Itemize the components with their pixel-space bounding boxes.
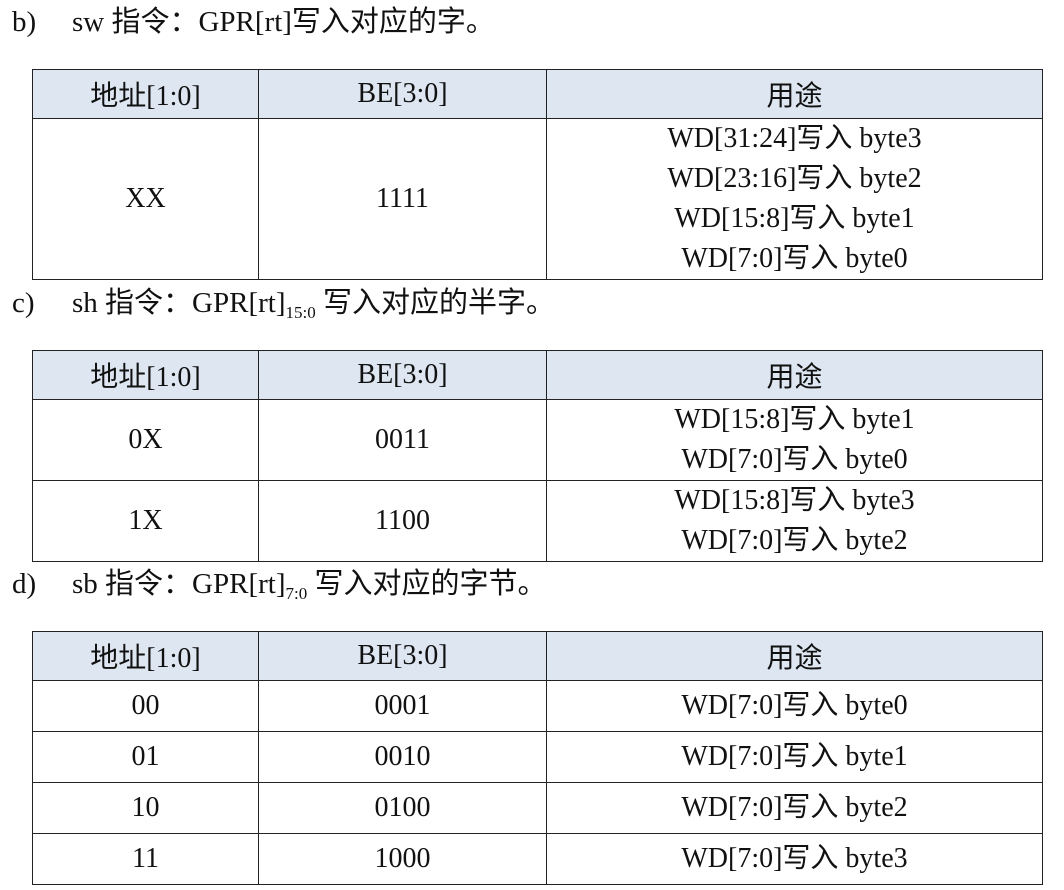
section-label: d) — [12, 568, 37, 600]
be-cell: 0010 — [258, 731, 547, 783]
section-text: sw 指令：GPR[rt]写入对应的字。 — [72, 6, 495, 38]
section-heading-sb: d) sb 指令：GPR[rt]7:0 写入对应的字节。 — [12, 566, 546, 602]
purpose-cell: WD[31:24]写入 byte3 WD[23:16]写入 byte2 WD[1… — [546, 118, 1043, 280]
table-header-row: 地址[1:0] BE[3:0] 用途 — [32, 631, 1043, 681]
purpose-cell: WD[7:0]写入 byte0 — [546, 680, 1043, 732]
purpose-line: WD[7:0]写入 byte0 — [681, 243, 908, 274]
section-label: c) — [12, 287, 35, 319]
header-purpose: 用途 — [546, 631, 1043, 681]
address-cell: 1X — [32, 480, 259, 562]
sb-byte-enable-table: 地址[1:0] BE[3:0] 用途 00 0001 WD[7:0]写入 byt… — [32, 631, 1043, 885]
purpose-line: WD[7:0]写入 byte2 — [681, 525, 908, 556]
address-cell: 00 — [32, 680, 259, 732]
table-row: 00 0001 WD[7:0]写入 byte0 — [32, 680, 1043, 732]
address-cell: 01 — [32, 731, 259, 783]
header-address: 地址[1:0] — [32, 69, 259, 119]
table-row: 10 0100 WD[7:0]写入 byte2 — [32, 782, 1043, 834]
table-row: 1X 1100 WD[15:8]写入 byte3 WD[7:0]写入 byte2 — [32, 480, 1043, 562]
header-be: BE[3:0] — [258, 350, 547, 400]
be-cell: 1111 — [258, 118, 547, 280]
section-text-subscript: 15:0 — [285, 303, 316, 322]
purpose-cell: WD[15:8]写入 byte3 WD[7:0]写入 byte2 — [546, 480, 1043, 562]
purpose-cell: WD[15:8]写入 byte1 WD[7:0]写入 byte0 — [546, 399, 1043, 481]
section-label: b) — [12, 6, 37, 38]
header-purpose: 用途 — [546, 69, 1043, 119]
purpose-line: WD[31:24]写入 byte3 — [667, 123, 922, 154]
section-text-post: 写入对应的半字。 — [315, 287, 555, 319]
be-cell: 0100 — [258, 782, 547, 834]
table-row: 01 0010 WD[7:0]写入 byte1 — [32, 731, 1043, 783]
header-be: BE[3:0] — [258, 69, 547, 119]
header-address: 地址[1:0] — [32, 350, 259, 400]
purpose-line: WD[15:8]写入 byte1 — [674, 203, 915, 234]
purpose-cell: WD[7:0]写入 byte3 — [546, 833, 1043, 885]
header-purpose: 用途 — [546, 350, 1043, 400]
address-cell: 10 — [32, 782, 259, 834]
table-header-row: 地址[1:0] BE[3:0] 用途 — [32, 69, 1043, 119]
section-text-post: 写入对应的字节。 — [307, 568, 547, 600]
be-cell: 1100 — [258, 480, 547, 562]
table-row: 0X 0011 WD[15:8]写入 byte1 WD[7:0]写入 byte0 — [32, 399, 1043, 481]
purpose-line: WD[15:8]写入 byte1 — [674, 404, 915, 435]
sh-byte-enable-table: 地址[1:0] BE[3:0] 用途 0X 0011 WD[15:8]写入 by… — [32, 350, 1043, 562]
header-address: 地址[1:0] — [32, 631, 259, 681]
section-text-pre: sb 指令：GPR[rt] — [72, 568, 286, 600]
be-cell: 0011 — [258, 399, 547, 481]
be-cell: 0001 — [258, 680, 547, 732]
table-row: 11 1000 WD[7:0]写入 byte3 — [32, 833, 1043, 885]
section-text-subscript: 7:0 — [285, 584, 308, 603]
purpose-cell: WD[7:0]写入 byte1 — [546, 731, 1043, 783]
address-cell: XX — [32, 118, 259, 280]
purpose-line: WD[23:16]写入 byte2 — [667, 163, 922, 194]
purpose-cell: WD[7:0]写入 byte2 — [546, 782, 1043, 834]
purpose-line: WD[15:8]写入 byte3 — [674, 485, 915, 516]
sw-byte-enable-table: 地址[1:0] BE[3:0] 用途 XX 1111 WD[31:24]写入 b… — [32, 69, 1043, 280]
table-row: XX 1111 WD[31:24]写入 byte3 WD[23:16]写入 by… — [32, 118, 1043, 280]
header-be: BE[3:0] — [258, 631, 547, 681]
address-cell: 0X — [32, 399, 259, 481]
section-heading-sw: b) sw 指令：GPR[rt]写入对应的字。 — [12, 4, 495, 40]
address-cell: 11 — [32, 833, 259, 885]
purpose-line: WD[7:0]写入 byte0 — [681, 444, 908, 475]
section-text-pre: sh 指令：GPR[rt] — [72, 287, 286, 319]
table-header-row: 地址[1:0] BE[3:0] 用途 — [32, 350, 1043, 400]
be-cell: 1000 — [258, 833, 547, 885]
section-heading-sh: c) sh 指令：GPR[rt]15:0 写入对应的半字。 — [12, 285, 555, 321]
